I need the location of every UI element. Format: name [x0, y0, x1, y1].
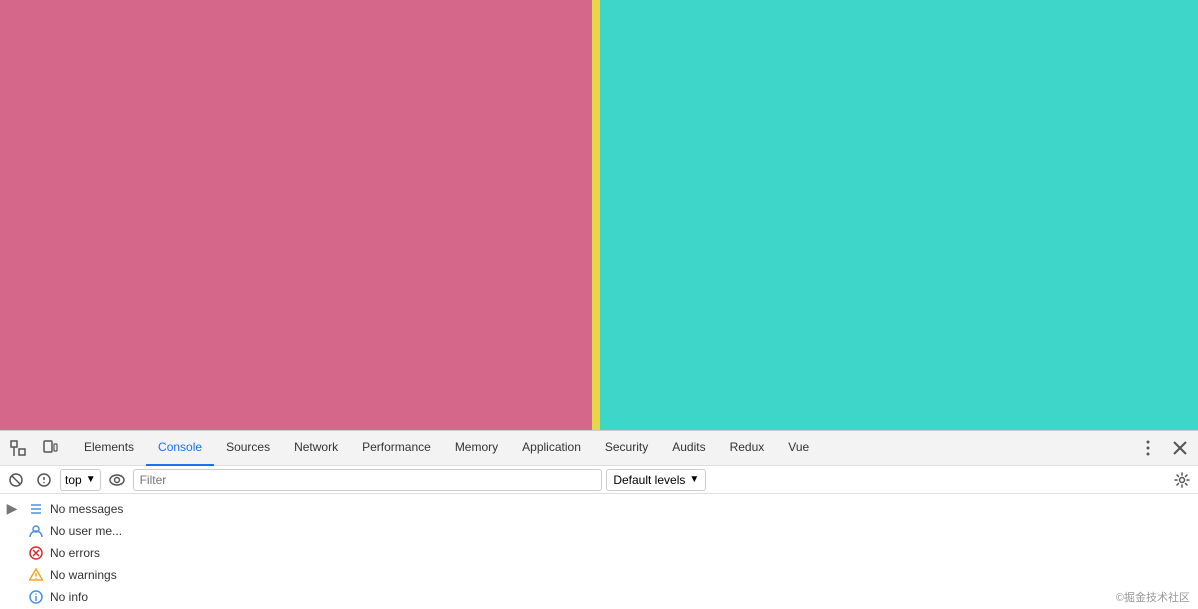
viewport-divider	[592, 0, 600, 430]
context-arrow: ▼	[86, 474, 96, 485]
message-text-no-messages: No messages	[50, 502, 123, 516]
clear-console-icon[interactable]	[4, 468, 28, 492]
message-icon-no-errors	[28, 545, 44, 561]
tab-application[interactable]: Application	[510, 431, 593, 466]
tab-memory[interactable]: Memory	[443, 431, 510, 466]
devtools-panel: ElementsConsoleSourcesNetworkPerformance…	[0, 430, 1198, 608]
tab-security[interactable]: Security	[593, 431, 660, 466]
browser-viewport	[0, 0, 1198, 430]
tab-console[interactable]: Console	[146, 431, 214, 466]
console-message-no-messages: No messages	[24, 498, 1198, 520]
console-toolbar: top ▼ Default levels ▼	[0, 466, 1198, 494]
message-text-no-errors: No errors	[50, 546, 100, 560]
devtools-toolbar-right	[1134, 434, 1194, 462]
console-content: ▶ No messages No user me... No errors No wa…	[0, 494, 1198, 609]
context-label: top	[65, 473, 82, 487]
tab-performance[interactable]: Performance	[350, 431, 443, 466]
tab-elements[interactable]: Elements	[72, 431, 146, 466]
tab-vue[interactable]: Vue	[776, 431, 821, 466]
message-text-no-user-messages: No user me...	[50, 524, 122, 538]
devtools-tabs: ElementsConsoleSourcesNetworkPerformance…	[72, 431, 1134, 466]
console-message-no-warnings: No warnings	[24, 564, 1198, 586]
message-icon-no-warnings	[28, 567, 44, 583]
device-toolbar-icon[interactable]	[36, 434, 64, 462]
message-icon-no-messages	[28, 501, 44, 517]
eye-icon[interactable]	[105, 468, 129, 492]
console-expand-arrow[interactable]: ▶	[0, 494, 24, 609]
close-devtools-icon[interactable]	[1166, 434, 1194, 462]
default-levels-arrow: ▼	[689, 474, 699, 485]
console-message-no-user-messages: No user me...	[24, 520, 1198, 542]
console-messages-list: No messages No user me... No errors No warn…	[24, 494, 1198, 609]
viewport-left-panel	[0, 0, 592, 430]
console-settings-icon[interactable]	[1170, 468, 1194, 492]
watermark: ©掘金技术社区	[1116, 589, 1190, 605]
preserve-log-icon[interactable]	[32, 468, 56, 492]
viewport-right-panel	[600, 0, 1198, 430]
console-message-no-info: No info	[24, 586, 1198, 608]
default-levels-label: Default levels	[613, 473, 685, 487]
devtools-icon-group	[4, 434, 64, 462]
console-message-no-errors: No errors	[24, 542, 1198, 564]
devtools-toolbar: ElementsConsoleSourcesNetworkPerformance…	[0, 431, 1198, 466]
default-levels-selector[interactable]: Default levels ▼	[606, 469, 706, 491]
message-text-no-warnings: No warnings	[50, 568, 117, 582]
tab-audits[interactable]: Audits	[660, 431, 717, 466]
context-selector[interactable]: top ▼	[60, 469, 101, 491]
message-text-no-info: No info	[50, 590, 88, 604]
inspect-element-icon[interactable]	[4, 434, 32, 462]
filter-input[interactable]	[133, 469, 603, 491]
tab-redux[interactable]: Redux	[718, 431, 777, 466]
tab-sources[interactable]: Sources	[214, 431, 282, 466]
more-options-icon[interactable]	[1134, 434, 1162, 462]
message-icon-no-user-messages	[28, 523, 44, 539]
tab-network[interactable]: Network	[282, 431, 350, 466]
message-icon-no-info	[28, 589, 44, 605]
